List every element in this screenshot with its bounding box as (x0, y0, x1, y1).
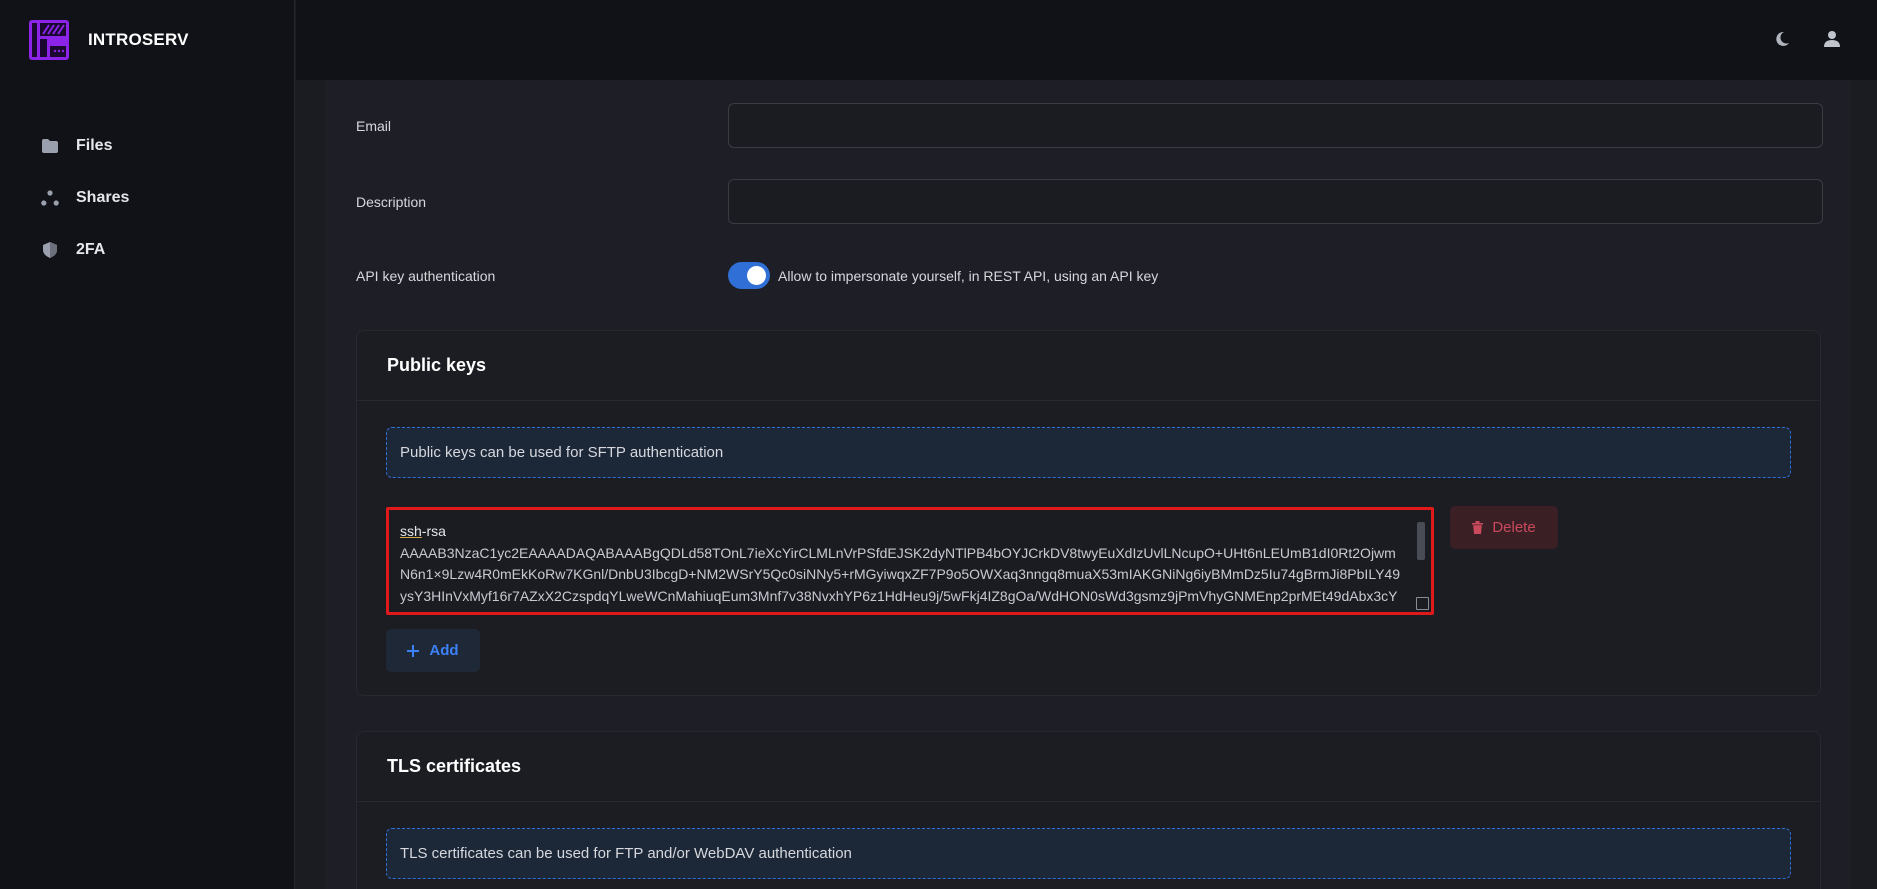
email-row: Email (356, 103, 1823, 148)
api-key-label: API key authentication (356, 267, 496, 284)
add-key-label: Add (429, 642, 459, 659)
tls-info: TLS certificates can be used for FTP and… (386, 828, 1791, 879)
public-keys-title: Public keys (387, 355, 487, 375)
description-label: Description (356, 193, 427, 210)
brand[interactable]: INTROSERV (29, 20, 189, 60)
description-row: Description (356, 179, 1823, 224)
user-icon[interactable] (1821, 28, 1843, 50)
tls-title: TLS certificates (387, 756, 522, 776)
public-keys-card: Public keys Public keys can be used for … (356, 330, 1821, 696)
sidebar-item-files[interactable]: Files (40, 120, 129, 172)
sidebar-item-label: Files (76, 137, 113, 154)
topbar-actions (1771, 28, 1843, 50)
public-keys-header: Public keys (357, 331, 1820, 401)
main-content: Email Description API key authentication… (325, 80, 1850, 889)
public-key-text: ssh-rsa AAAAB3NzaC1yc2EAAAADAQABAAABgQDLd… (400, 521, 1403, 613)
brand-name: INTROSERV (88, 30, 189, 49)
public-keys-info: Public keys can be used for SFTP authent… (386, 427, 1791, 478)
sidebar: INTROSERV Files Shares 2FA (0, 0, 295, 889)
email-label: Email (356, 117, 392, 134)
delete-key-button[interactable]: Delete (1450, 506, 1558, 549)
theme-toggle-icon[interactable] (1771, 28, 1793, 50)
api-key-toggle[interactable] (728, 262, 770, 289)
trash-icon (1472, 521, 1484, 534)
sidebar-item-label: 2FA (76, 241, 106, 258)
api-key-row: API key authentication Allow to imperson… (356, 262, 1158, 289)
key-prefix-ssh: ssh (400, 523, 422, 539)
add-key-button[interactable]: Add (386, 629, 480, 672)
api-key-toggle-text: Allow to impersonate yourself, in REST A… (778, 267, 1159, 284)
sidebar-item-label: Shares (76, 189, 130, 206)
sidebar-nav: Files Shares 2FA (40, 120, 129, 276)
sidebar-item-shares[interactable]: Shares (40, 172, 129, 224)
share-icon (40, 188, 60, 208)
brand-logo-icon (29, 20, 69, 60)
key-prefix-rest: -rsa (421, 523, 446, 539)
toggle-knob (747, 266, 766, 285)
folder-icon (40, 136, 60, 156)
sidebar-item-2fa[interactable]: 2FA (40, 224, 129, 276)
description-field[interactable] (728, 179, 1823, 224)
textarea-scrollbar[interactable] (1417, 522, 1425, 560)
public-key-textarea[interactable]: ssh-rsa AAAAB3NzaC1yc2EAAAADAQABAAABgQDLd… (386, 507, 1434, 615)
tls-certificates-card: TLS certificates TLS certificates can be… (356, 731, 1821, 889)
topbar (296, 0, 1877, 80)
delete-key-label: Delete (1492, 519, 1536, 536)
plus-icon (407, 644, 420, 657)
tls-header: TLS certificates (357, 732, 1820, 802)
email-field[interactable] (728, 103, 1823, 148)
shield-icon (40, 240, 60, 260)
key-body: AAAAB3NzaC1yc2EAAAADAQABAAABgQDLd58TOnL7… (400, 544, 1400, 613)
textarea-resize-handle[interactable] (1416, 597, 1429, 610)
